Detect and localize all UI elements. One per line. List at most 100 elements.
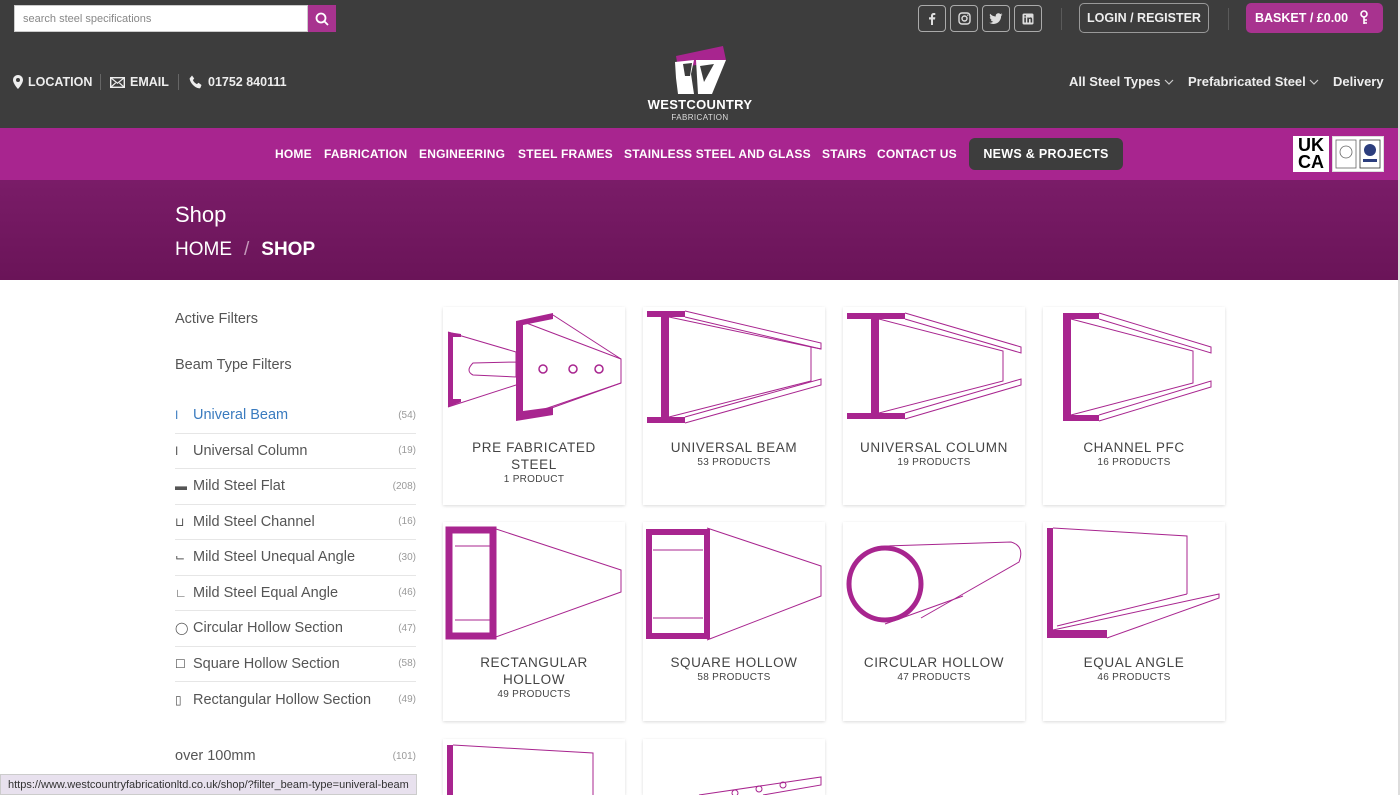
nav-all-steel-types[interactable]: All Steel Types xyxy=(1069,74,1174,89)
filter-count: (46) xyxy=(398,587,416,599)
top-bar: LOGIN / REGISTER BASKET / £0.00 LOCATION… xyxy=(0,0,1400,128)
search-input[interactable] xyxy=(14,5,308,32)
product-count: 1 PRODUCT xyxy=(503,474,565,485)
product-card-equal-angle[interactable]: EQUAL ANGLE 46 PRODUCTS xyxy=(1043,522,1225,721)
flat-bar-icon: ▬ xyxy=(175,479,187,494)
product-card-rectangular-hollow[interactable]: RECTANGULAR HOLLOW 49 PRODUCTS xyxy=(443,522,625,721)
plate-image xyxy=(698,776,822,795)
square-icon: ☐ xyxy=(175,656,186,671)
square-hollow-image xyxy=(646,527,822,641)
email-link[interactable]: EMAIL xyxy=(110,74,169,90)
login-register-button[interactable]: LOGIN / REGISTER xyxy=(1079,3,1209,33)
chevron-down-icon xyxy=(1164,79,1173,85)
twitter-link[interactable] xyxy=(982,5,1010,32)
filter-square-hollow-section[interactable]: ☐ Square Hollow Section (58) xyxy=(175,647,416,682)
filter-label: ◯ Circular Hollow Section xyxy=(175,620,343,637)
product-count: 53 PRODUCTS xyxy=(697,457,771,468)
filter-universal-column[interactable]: I Universal Column (19) xyxy=(175,434,416,469)
beam-type-filters-heading: Beam Type Filters xyxy=(175,357,292,373)
news-projects-button[interactable]: NEWS & PROJECTS xyxy=(969,138,1123,170)
nav-home[interactable]: HOME xyxy=(275,147,312,161)
filter-label: ⌙ Mild Steel Unequal Angle xyxy=(175,549,356,566)
basket-label: BASKET / £0.00 xyxy=(1255,11,1349,25)
site-logo[interactable]: WESTCOUNTRY FABRICATION xyxy=(638,42,762,124)
filter-label: ∟ Mild Steel Equal Angle xyxy=(175,584,339,601)
instagram-icon xyxy=(957,12,971,25)
unequal-angle-icon: ⌙ xyxy=(175,550,186,565)
instagram-link[interactable] xyxy=(950,5,978,32)
filter-label: ☐ Square Hollow Section xyxy=(175,655,340,672)
channel-pfc-image xyxy=(1063,312,1212,422)
facebook-link[interactable] xyxy=(918,5,946,32)
product-name: UNIVERSAL BEAM xyxy=(670,440,798,455)
nav-steel-frames[interactable]: STEEL FRAMES xyxy=(518,147,613,161)
filter-count: (54) xyxy=(398,409,416,421)
filter-label: over 100mm xyxy=(175,748,256,764)
product-card-universal-column[interactable]: UNIVERSAL COLUMN 19 PRODUCTS xyxy=(843,307,1025,505)
breadcrumb-separator: / xyxy=(244,239,250,260)
filter-label: ▯ Rectangular Hollow Section xyxy=(175,691,372,708)
nav-stairs[interactable]: STAIRS xyxy=(822,147,866,161)
filter-over-100mm[interactable]: over 100mm (101) xyxy=(175,748,416,764)
nav-delivery[interactable]: Delivery xyxy=(1333,74,1384,89)
linkedin-icon xyxy=(1022,13,1034,24)
nav-contact-us[interactable]: CONTACT US xyxy=(877,147,957,161)
divider xyxy=(1061,8,1062,30)
product-card-square-hollow[interactable]: SQUARE HOLLOW 58 PRODUCTS xyxy=(643,522,825,721)
product-count: 16 PRODUCTS xyxy=(1097,457,1171,468)
product-card-plate[interactable] xyxy=(643,739,825,795)
filter-label: ▬ Mild Steel Flat xyxy=(175,478,285,495)
breadcrumb-home[interactable]: HOME xyxy=(175,239,232,261)
page-banner: Shop HOME / SHOP xyxy=(0,180,1400,280)
nav-prefabricated-steel[interactable]: Prefabricated Steel xyxy=(1188,74,1319,89)
filter-rectangular-hollow-section[interactable]: ▯ Rectangular Hollow Section (49) xyxy=(175,682,416,718)
product-count: 58 PRODUCTS xyxy=(697,672,771,683)
filter-count: (19) xyxy=(398,445,416,457)
ukas-badge xyxy=(1332,136,1384,172)
nav-stainless-steel-glass[interactable]: STAINLESS STEEL AND GLASS xyxy=(624,147,811,161)
filter-mild-steel-channel[interactable]: ⊔ Mild Steel Channel (16) xyxy=(175,505,416,540)
linkedin-link[interactable] xyxy=(1014,5,1042,32)
phone-label: 01752 840111 xyxy=(208,75,287,89)
main-nav: HOME FABRICATION ENGINEERING STEEL FRAME… xyxy=(0,128,1400,180)
facebook-icon xyxy=(929,13,936,25)
filter-universal-beam[interactable]: I Univeral Beam (54) xyxy=(175,398,416,434)
filter-mild-steel-equal-angle[interactable]: ∟ Mild Steel Equal Angle (46) xyxy=(175,576,416,611)
universal-beam-image xyxy=(647,310,822,424)
nav-fabrication[interactable]: FABRICATION xyxy=(324,147,407,161)
breadcrumb: HOME / SHOP xyxy=(175,239,315,261)
location-icon xyxy=(13,75,23,89)
filter-count: (16) xyxy=(398,516,416,528)
circle-icon: ◯ xyxy=(175,621,189,636)
equal-angle-icon: ∟ xyxy=(175,585,187,600)
product-name: UNIVERSAL COLUMN xyxy=(860,440,1008,455)
product-card-universal-beam[interactable]: UNIVERSAL BEAM 53 PRODUCTS xyxy=(643,307,825,505)
filter-list: I Univeral Beam (54) I Universal Column (1… xyxy=(175,398,416,718)
nav-engineering[interactable]: ENGINEERING xyxy=(419,147,505,161)
logo-title: WESTCOUNTRY xyxy=(647,97,753,112)
product-card-flat[interactable] xyxy=(443,739,625,795)
search-icon xyxy=(315,12,329,26)
product-count: 47 PRODUCTS xyxy=(897,672,971,683)
filter-mild-steel-flat[interactable]: ▬ Mild Steel Flat (208) xyxy=(175,469,416,505)
column-icon: I xyxy=(175,443,179,458)
filter-circular-hollow-section[interactable]: ◯ Circular Hollow Section (47) xyxy=(175,611,416,647)
filter-label: I Universal Column xyxy=(175,442,308,459)
product-card-channel-pfc[interactable]: CHANNEL PFC 16 PRODUCTS xyxy=(1043,307,1225,505)
beam-icon: I xyxy=(175,408,179,423)
filter-count: (47) xyxy=(398,622,416,634)
flat-bar-image xyxy=(447,744,594,795)
filter-count: (30) xyxy=(398,551,416,563)
rectangular-hollow-image xyxy=(445,526,622,640)
equal-angle-image xyxy=(1047,527,1220,639)
product-name: EQUAL ANGLE xyxy=(1083,655,1185,670)
product-card-circular-hollow[interactable]: CIRCULAR HOLLOW 47 PRODUCTS xyxy=(843,522,1025,721)
location-link[interactable]: LOCATION xyxy=(13,74,92,90)
product-card-pre-fabricated-steel[interactable]: PRE FABRICATED STEEL 1 PRODUCT xyxy=(443,307,625,505)
email-icon xyxy=(110,76,125,88)
search-button[interactable] xyxy=(308,5,336,32)
basket-button[interactable]: BASKET / £0.00 xyxy=(1246,3,1383,33)
filter-mild-steel-unequal-angle[interactable]: ⌙ Mild Steel Unequal Angle (30) xyxy=(175,540,416,576)
phone-link[interactable]: 01752 840111 xyxy=(189,74,287,90)
status-bar-url: https://www.westcountryfabricationltd.co… xyxy=(0,774,417,795)
